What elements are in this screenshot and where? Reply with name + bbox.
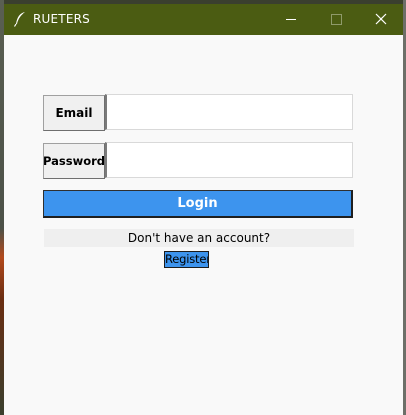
password-field[interactable] — [105, 142, 353, 178]
email-label: Email — [43, 95, 105, 131]
close-button[interactable] — [358, 4, 404, 35]
maximize-button[interactable] — [313, 4, 359, 35]
maximize-icon — [331, 14, 342, 25]
password-label: Password — [43, 143, 105, 179]
no-account-text: Don't have an account? — [44, 229, 354, 247]
email-field[interactable] — [105, 94, 353, 130]
feather-icon — [13, 11, 27, 27]
close-icon — [375, 13, 387, 25]
login-button[interactable]: Login — [43, 190, 353, 218]
title-bar[interactable]: RUETERS — [4, 4, 403, 35]
minimize-icon — [286, 19, 296, 20]
register-button[interactable]: Register — [164, 251, 209, 268]
window-title: RUETERS — [33, 12, 90, 26]
minimize-button[interactable] — [268, 4, 314, 35]
app-window: RUETERS Email Password Login Don't have … — [4, 4, 403, 415]
